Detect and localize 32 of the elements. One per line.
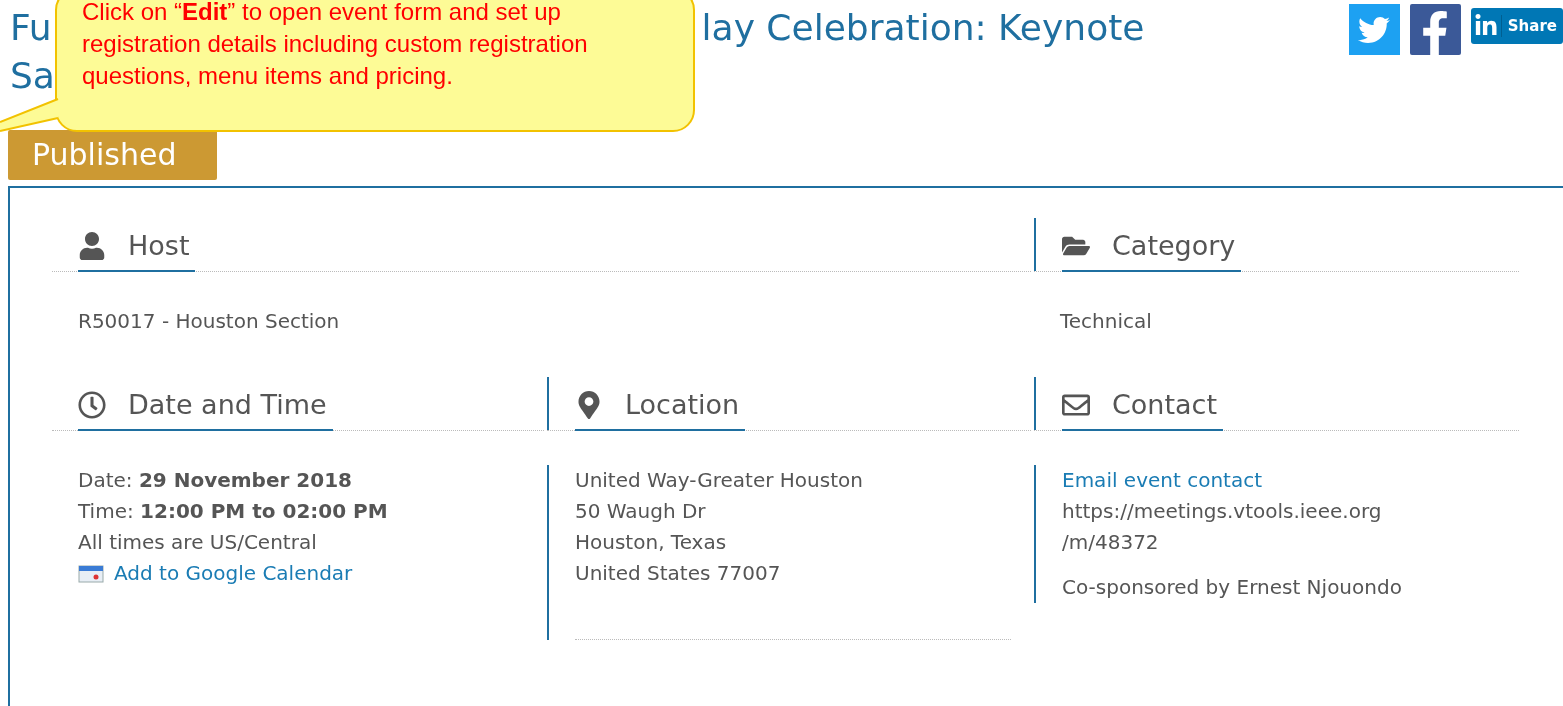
facebook-share-button[interactable] — [1409, 4, 1461, 55]
section-heading: Date and Time — [128, 387, 327, 422]
detail-text: Technical — [1060, 308, 1153, 335]
google-calendar-link[interactable]: Add to Google Calendar — [114, 558, 353, 589]
event-title: Fu — [10, 6, 52, 50]
section-heading: Contact — [1112, 387, 1218, 422]
detail-text: Date: 29 November 2018 — [78, 467, 353, 494]
detail-text: R50017 - Houston Section — [78, 308, 341, 335]
twitter-share-button[interactable] — [1348, 4, 1400, 55]
event-title: Sa — [10, 54, 55, 98]
status-badge: Published — [8, 130, 217, 180]
detail-text: 50 Waugh Dr — [575, 498, 707, 525]
clock-icon — [78, 391, 106, 419]
email-link[interactable]: Email event contact — [1062, 465, 1522, 496]
detail-text: All times are US/Central — [78, 529, 318, 556]
detail-text: Time: 12:00 PM to 02:00 PM — [78, 498, 389, 525]
in-logo-icon — [1473, 14, 1498, 38]
section-heading: Category — [1112, 228, 1236, 263]
linkedin-share-button[interactable]: Share — [1470, 8, 1563, 44]
section-heading: Host — [128, 228, 190, 263]
event-title: lay Celebration: Keynote — [701, 6, 1145, 50]
detail-text: United States 77007 — [575, 560, 782, 587]
detail-text: /m/48372 — [1062, 529, 1160, 556]
detail-text: United Way-Greater Houston — [575, 467, 864, 494]
detail-text: Co-sponsored by Ernest Njouondo — [1062, 574, 1403, 601]
section-heading: Location — [625, 387, 740, 422]
detail-text: Houston, Texas — [575, 529, 728, 556]
callout: Click on “Edit” to open event form and set up registration details including custom registration questions, menu items and pricing. — [55, 0, 695, 132]
callout-pointer — [0, 98, 60, 132]
user-icon — [78, 232, 106, 260]
detail-text: https://meetings.vtools.ieee.org — [1062, 498, 1383, 525]
calendar-icon — [78, 564, 104, 583]
